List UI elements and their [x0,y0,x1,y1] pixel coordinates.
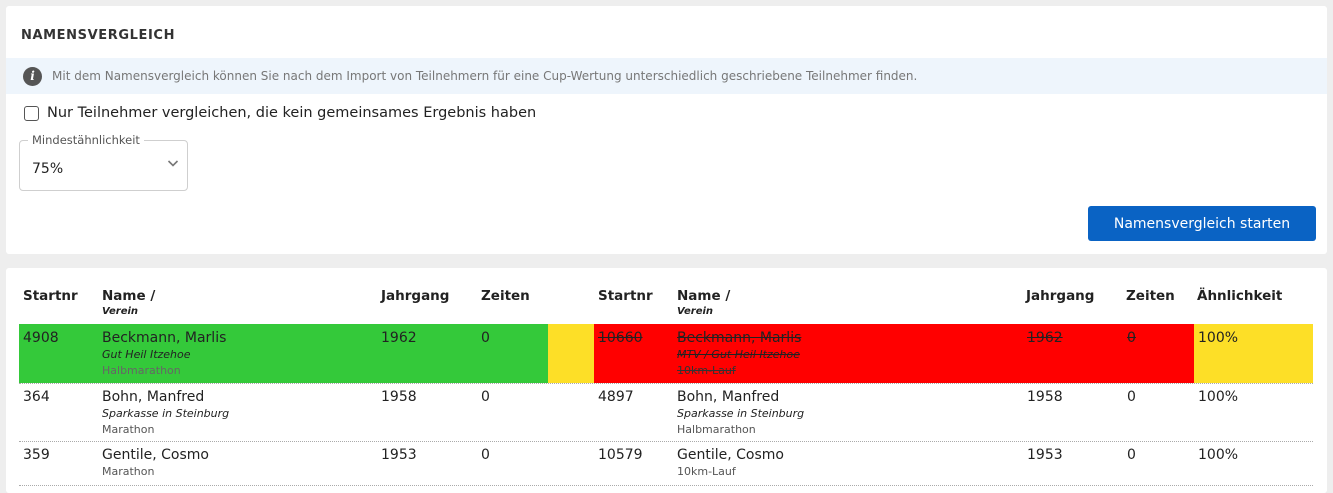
verein-b: MTV / Gut Heil Itzehoe [677,348,800,361]
wettbewerb-b: Halbmarathon [677,423,756,436]
wettbewerb-a: Halbmarathon [102,364,181,377]
wettbewerb-a: Marathon [102,465,155,478]
jahrgang-a: 1953 [381,447,417,463]
verein-a: Sparkasse in Steinburg [102,407,230,420]
results-card: Startnr Name / Verein Jahrgang Zeiten St… [6,268,1327,493]
header-startnr-b: Startnr [598,288,653,304]
settings-card: NAMENSVERGLEICH i Mit dem Namensvergleic… [6,6,1327,254]
zeiten-b: 0 [1127,389,1136,405]
wettbewerb-a: Marathon [102,423,155,436]
header-startnr-a: Startnr [23,288,78,304]
swap-cell[interactable] [548,324,594,383]
zeiten-a: 0 [481,447,490,463]
info-bar: i Mit dem Namensvergleich können Sie nac… [6,58,1327,94]
section-title: NAMENSVERGLEICH [21,28,176,43]
aehnlichkeit: 100% [1198,330,1239,346]
jahrgang-a: 1958 [381,389,417,405]
name-b: Beckmann, Marlis [677,330,802,346]
no-common-result-checkbox[interactable] [24,105,39,121]
similarity-value[interactable]: 75% [32,161,63,177]
verein-b: Sparkasse in Steinburg [677,407,805,420]
chevron-down-icon[interactable] [167,157,179,169]
jahrgang-a: 1962 [381,330,417,346]
table-row[interactable]: 359 Gentile, Cosmo Marathon 1953 0 10579… [19,442,1313,486]
header-name-b: Name / [677,288,731,304]
startnr-b: 10660 [598,330,643,346]
keep-participant-cell[interactable] [19,324,548,383]
header-zeiten-a: Zeiten [481,288,530,304]
checkbox-row[interactable]: Nur Teilnehmer vergleichen, die kein gem… [24,105,536,121]
aehnlichkeit: 100% [1198,389,1239,405]
jahrgang-b: 1953 [1027,447,1063,463]
header-verein-b: Verein [677,306,714,317]
start-comparison-button[interactable]: Namensvergleich starten [1088,206,1316,241]
name-b: Bohn, Manfred [677,389,780,405]
info-icon: i [23,66,42,86]
name-b: Gentile, Cosmo [677,447,784,463]
table-row[interactable]: 364 Bohn, Manfred Sparkasse in Steinburg… [19,383,1313,442]
header-verein-a: Verein [102,306,139,317]
startnr-a: 4908 [23,330,59,346]
name-a: Beckmann, Marlis [102,330,227,346]
header-jahrgang-b: Jahrgang [1026,288,1095,304]
zeiten-b: 0 [1127,330,1136,346]
startnr-b: 10579 [598,447,643,463]
info-text: Mit dem Namensvergleich können Sie nach … [52,69,918,83]
verein-a: Gut Heil Itzehoe [102,348,191,361]
name-a: Gentile, Cosmo [102,447,209,463]
table-row[interactable]: 4908 Beckmann, Marlis Gut Heil Itzehoe H… [19,324,1313,383]
aehnlichkeit: 100% [1198,447,1239,463]
zeiten-a: 0 [481,389,490,405]
similarity-label: Mindestähnlichkeit [28,133,144,147]
checkbox-label[interactable]: Nur Teilnehmer vergleichen, die kein gem… [47,105,536,121]
zeiten-a: 0 [481,330,490,346]
wettbewerb-b: 10km-Lauf [677,465,736,478]
jahrgang-b: 1958 [1027,389,1063,405]
header-aehnlichkeit: Ähnlichkeit [1197,288,1283,304]
startnr-b: 4897 [598,389,634,405]
header-zeiten-b: Zeiten [1126,288,1175,304]
jahrgang-b: 1962 [1027,330,1063,346]
similarity-select[interactable]: Mindestähnlichkeit 75% [19,133,188,191]
header-name-a: Name / [102,288,156,304]
header-jahrgang-a: Jahrgang [381,288,450,304]
name-a: Bohn, Manfred [102,389,205,405]
wettbewerb-b: 10km-Lauf [677,364,736,377]
zeiten-b: 0 [1127,447,1136,463]
startnr-a: 359 [23,447,50,463]
startnr-a: 364 [23,389,50,405]
